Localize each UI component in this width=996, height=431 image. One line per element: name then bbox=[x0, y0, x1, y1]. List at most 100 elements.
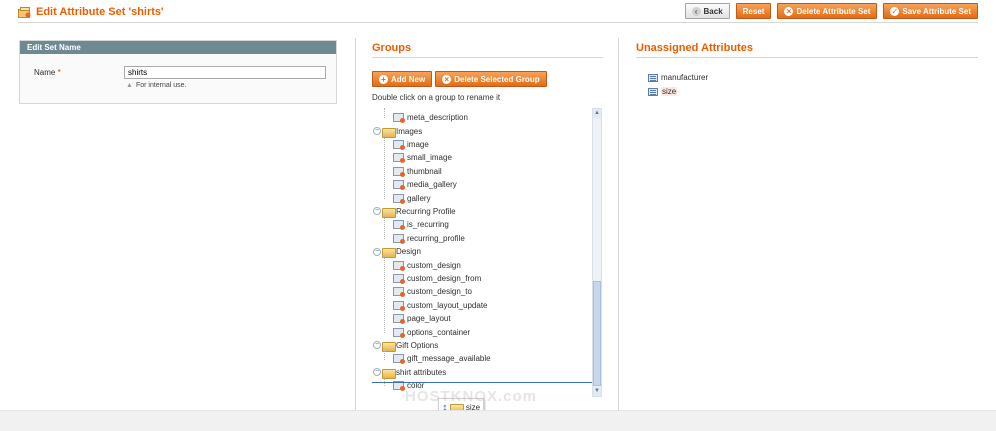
collapse-icon[interactable]: − bbox=[373, 247, 381, 256]
tree-guide-line bbox=[384, 135, 385, 199]
tree-scrollbar[interactable]: ▲ ▼ bbox=[592, 108, 602, 397]
column-divider-right bbox=[618, 38, 619, 410]
attribute-icon bbox=[393, 354, 405, 365]
delete-icon: × bbox=[442, 74, 452, 84]
rename-hint: Double click on a group to rename it bbox=[372, 93, 501, 102]
attribute-icon bbox=[393, 260, 405, 271]
tree-attribute[interactable]: meta_description bbox=[393, 111, 468, 124]
tree-attribute[interactable]: thumbnail bbox=[393, 165, 442, 178]
groups-title-underline bbox=[372, 57, 603, 58]
attribute-icon bbox=[393, 113, 405, 124]
attribute-set-icon bbox=[18, 6, 31, 18]
folder-icon bbox=[382, 368, 396, 379]
collapse-icon[interactable]: − bbox=[373, 368, 381, 377]
tree-attribute[interactable]: small_image bbox=[393, 151, 452, 164]
tree-attribute[interactable]: recurring_profile bbox=[393, 232, 465, 245]
attribute-icon bbox=[393, 327, 405, 338]
delete-attribute-set-button[interactable]: × Delete Attribute Set bbox=[777, 3, 878, 19]
tree-attribute[interactable]: is_recurring bbox=[393, 218, 449, 231]
attribute-icon bbox=[393, 220, 405, 231]
unassigned-item[interactable]: size bbox=[648, 87, 678, 96]
page-title-wrap: Edit Attribute Set 'shirts' bbox=[18, 6, 164, 18]
folder-icon bbox=[382, 247, 396, 259]
tree-attribute-label: recurring_profile bbox=[407, 233, 465, 243]
plus-icon: + bbox=[379, 74, 388, 84]
edit-set-name-header: Edit Set Name bbox=[20, 41, 336, 54]
tree-group-label: Gift Options bbox=[396, 340, 439, 350]
collapse-icon[interactable]: − bbox=[373, 341, 381, 350]
unassigned-title: Unassigned Attributes bbox=[636, 42, 753, 54]
tree-attribute[interactable]: image bbox=[393, 138, 429, 151]
back-button[interactable]: ‹ Back bbox=[684, 3, 730, 19]
unassigned-title-underline bbox=[636, 57, 978, 58]
attribute-icon bbox=[393, 193, 405, 204]
tree-guide-line bbox=[384, 256, 385, 333]
tree-attribute[interactable]: custom_design_from bbox=[393, 272, 481, 285]
attribute-icon bbox=[393, 166, 405, 177]
tree-attribute[interactable]: custom_design bbox=[393, 258, 461, 271]
add-new-group-button[interactable]: + Add New bbox=[372, 71, 433, 87]
save-attribute-set-button[interactable]: ✓ Save Attribute Set bbox=[883, 3, 978, 19]
tree-group-label: Images bbox=[396, 126, 423, 136]
folder-icon bbox=[382, 207, 396, 218]
collapse-icon[interactable]: − bbox=[373, 207, 381, 216]
watermark: HOSTKNOX.com bbox=[405, 388, 538, 405]
tree-group-label: shirt attributes bbox=[396, 367, 447, 377]
scroll-thumb[interactable] bbox=[593, 281, 601, 386]
tree-group[interactable]: − Images bbox=[373, 124, 423, 138]
attribute-icon bbox=[393, 180, 405, 191]
folder-icon bbox=[382, 341, 396, 352]
tree-attribute-label: small_image bbox=[407, 153, 452, 163]
tree-attribute[interactable]: gallery bbox=[393, 191, 431, 204]
attribute-icon bbox=[393, 139, 405, 150]
reset-button[interactable]: Reset bbox=[735, 3, 772, 19]
edit-set-name-panel: Edit Set Name Name * ▲For internal use. bbox=[19, 40, 337, 104]
tree-group[interactable]: − Gift Options bbox=[373, 339, 438, 352]
delete-selected-group-button[interactable]: × Delete Selected Group bbox=[435, 71, 547, 87]
tree-group[interactable]: − Recurring Profile bbox=[373, 205, 456, 218]
groups-tree[interactable]: meta_description − Images image small_imaget… bbox=[371, 108, 603, 398]
name-hint: ▲ For internal use. bbox=[126, 82, 187, 89]
column-divider-left bbox=[355, 38, 356, 410]
tree-guide-line bbox=[384, 216, 385, 239]
hint-triangle-icon: ▲ bbox=[126, 82, 133, 89]
group-actions: + Add New × Delete Selected Group bbox=[372, 71, 547, 87]
attribute-icon bbox=[648, 73, 658, 82]
tree-attribute-label: options_container bbox=[407, 327, 471, 337]
tree-attribute[interactable]: media_gallery bbox=[393, 178, 457, 191]
page-header: Edit Attribute Set 'shirts' ‹ Back Reset… bbox=[0, 0, 996, 25]
tree-attribute[interactable]: options_container bbox=[393, 325, 470, 338]
page-title: Edit Attribute Set 'shirts' bbox=[36, 6, 164, 18]
scroll-down-icon[interactable]: ▼ bbox=[593, 387, 601, 396]
tree-attribute[interactable]: custom_design_to bbox=[393, 285, 472, 298]
tree-attribute-label: custom_design_to bbox=[407, 287, 472, 297]
tree-attribute-label: page_layout bbox=[407, 314, 451, 324]
collapse-icon[interactable]: − bbox=[373, 127, 381, 136]
tree-attribute-label: custom_layout_update bbox=[407, 300, 488, 310]
save-icon: ✓ bbox=[890, 6, 900, 16]
tree-group[interactable]: − Design bbox=[373, 245, 421, 259]
attribute-icon bbox=[393, 314, 405, 325]
attribute-icon bbox=[393, 273, 405, 284]
tree-attribute[interactable]: gift_message_available bbox=[393, 352, 491, 365]
attribute-icon bbox=[393, 233, 405, 244]
tree-group-label: Recurring Profile bbox=[396, 206, 456, 216]
tree-attribute-label: gift_message_available bbox=[407, 354, 491, 364]
tree-attribute[interactable]: page_layout bbox=[393, 312, 451, 325]
tree-attribute-label: image bbox=[407, 139, 429, 149]
tree-attribute-label: custom_design bbox=[407, 260, 461, 270]
header-divider bbox=[18, 22, 978, 23]
attribute-icon bbox=[393, 153, 405, 164]
tree-attribute-label: gallery bbox=[407, 193, 431, 203]
attribute-icon bbox=[393, 287, 405, 298]
tree-attribute-label: custom_design_from bbox=[407, 273, 482, 283]
folder-icon bbox=[382, 127, 396, 138]
drop-indicator-line bbox=[372, 382, 592, 383]
scroll-up-icon[interactable]: ▲ bbox=[593, 109, 601, 118]
name-input[interactable] bbox=[124, 66, 326, 79]
delete-icon: × bbox=[784, 6, 794, 16]
tree-attribute[interactable]: custom_layout_update bbox=[393, 299, 488, 312]
unassigned-item[interactable]: manufacturer bbox=[648, 73, 708, 82]
tree-group-label: Design bbox=[396, 247, 421, 257]
tree-guide-line bbox=[384, 108, 385, 119]
